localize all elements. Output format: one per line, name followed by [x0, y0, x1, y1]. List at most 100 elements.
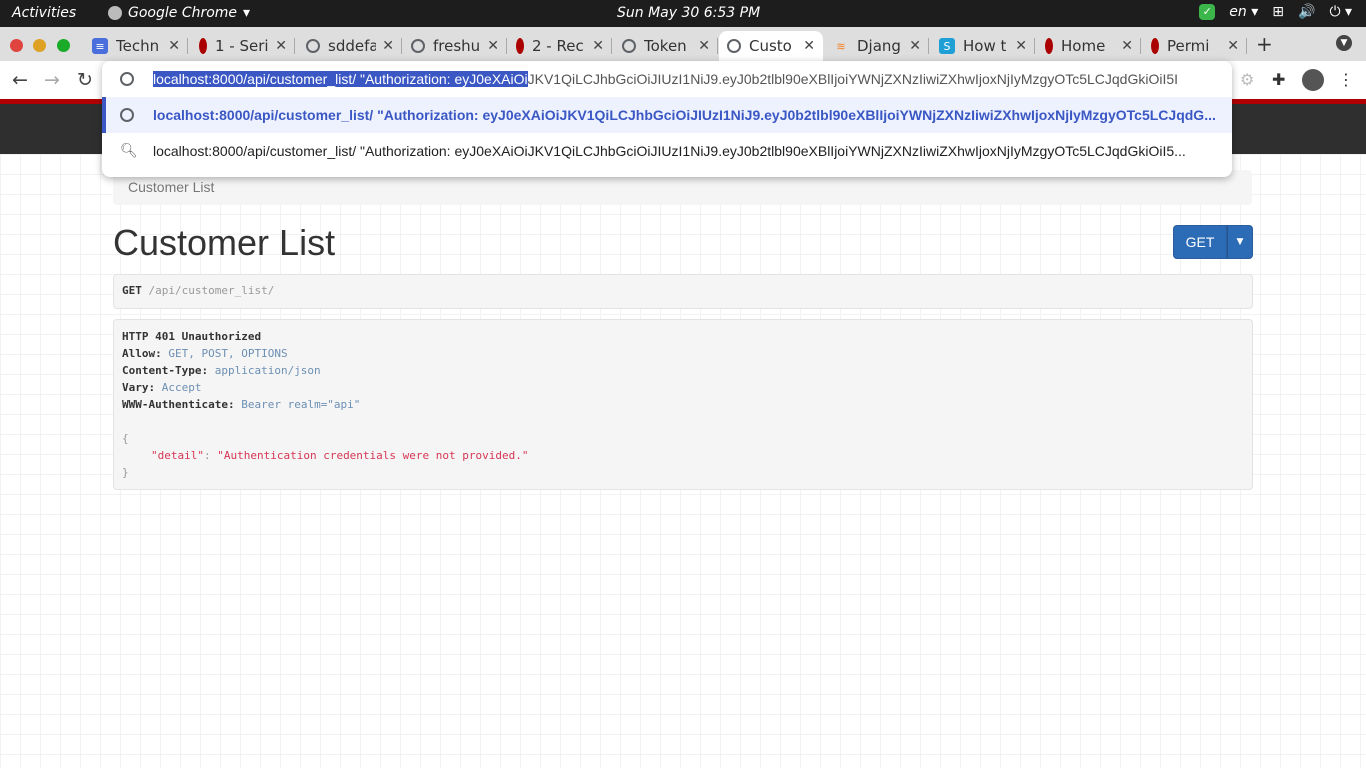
tab-1-seri[interactable]: 1 - Seri ✕ [191, 31, 295, 61]
s-icon: S [939, 38, 955, 54]
tab-custo[interactable]: Custo ✕ [719, 31, 823, 61]
tab-label: sddefa [328, 37, 377, 55]
omnibox-unselected-text: JKV1QiLCJhbGciOiJIUzI1NiJ9.eyJ0b2tlbl90e… [527, 71, 1179, 87]
close-icon[interactable]: ✕ [1227, 38, 1239, 54]
tab-search-icon[interactable]: ▼ [1336, 35, 1352, 51]
suggestion-text: localhost:8000/api/customer_list/ "Autho… [153, 143, 1186, 159]
back-icon[interactable]: ← [12, 69, 28, 91]
tab-label: freshu [433, 37, 481, 55]
network-icon[interactable]: ⊞ [1272, 4, 1284, 20]
globe-icon [120, 72, 134, 86]
puzzle-icon[interactable]: ✚ [1272, 70, 1285, 89]
header-key: Content-Type: [122, 364, 209, 377]
tab-label: Djang [857, 37, 901, 55]
globe-icon [622, 39, 636, 53]
close-icon[interactable]: ✕ [275, 38, 287, 54]
header-key: WWW-Authenticate: [122, 398, 235, 411]
extension-icon[interactable]: ⚙ [1240, 70, 1254, 89]
omnibox-suggestion-search[interactable]: 🔍︎ localhost:8000/api/customer_list/ "Au… [102, 133, 1232, 169]
tab-techn[interactable]: ≡ Techn ✕ [84, 31, 188, 61]
breadcrumb-item[interactable]: Customer List [128, 179, 214, 195]
get-button-group: GET ▼ [1173, 225, 1253, 259]
omnibox-input[interactable]: localhost:8000/api/customer_list/ "Autho… [102, 61, 1232, 97]
tab-2-rec[interactable]: 2 - Rec ✕ [508, 31, 612, 61]
close-icon[interactable]: ✕ [803, 38, 815, 54]
close-icon[interactable]: ✕ [487, 38, 499, 54]
volume-icon[interactable]: 🔊 [1298, 4, 1315, 20]
tab-token[interactable]: Token ✕ [614, 31, 718, 61]
activities-button[interactable]: Activities [12, 5, 76, 21]
request-info: GET /api/customer_list/ [113, 274, 1253, 309]
menu-icon[interactable]: ⋮ [1338, 70, 1354, 89]
header-value: GET, POST, OPTIONS [168, 347, 288, 360]
forward-icon[interactable]: → [44, 69, 60, 91]
system-top-bar: Activities Google Chrome ▾ Sun May 30 6:… [0, 0, 1366, 27]
close-icon[interactable]: ✕ [1015, 38, 1027, 54]
close-icon[interactable]: ✕ [168, 38, 180, 54]
minimize-window-icon[interactable] [33, 39, 46, 52]
tab-permi[interactable]: Permi ✕ [1143, 31, 1247, 61]
tab-label: Custo [749, 37, 792, 55]
tab-label: 1 - Seri [215, 37, 269, 55]
new-tab-button[interactable]: + [1256, 32, 1273, 56]
power-icon[interactable]: ⏻ ▾ [1329, 4, 1352, 20]
request-method: GET [122, 284, 142, 297]
chevron-down-icon: ▾ [243, 5, 251, 21]
globe-icon [120, 108, 134, 122]
omnibox-dropdown: localhost:8000/api/customer_list/ "Autho… [102, 61, 1232, 177]
avatar[interactable] [1302, 69, 1324, 91]
tab-how-t[interactable]: S How t ✕ [931, 31, 1035, 61]
chevron-down-icon[interactable]: ▼ [1227, 225, 1253, 259]
close-icon[interactable]: ✕ [698, 38, 710, 54]
clock[interactable]: Sun May 30 6:53 PM [617, 5, 760, 21]
request-path: /api/customer_list/ [148, 284, 275, 297]
tab-sddefa[interactable]: sddefa ✕ [298, 31, 402, 61]
chrome-icon [108, 6, 122, 20]
close-icon[interactable]: ✕ [909, 38, 921, 54]
json-close-brace: } [122, 466, 129, 479]
search-icon: 🔍︎ [120, 142, 138, 158]
tab-home[interactable]: Home ✕ [1037, 31, 1141, 61]
globe-icon [411, 39, 425, 53]
system-tray[interactable]: ✓ en ▾ ⊞ 🔊 ⏻ ▾ [1199, 4, 1352, 20]
omnibox-selected-text: localhost:8000/api/customer_list/ "Autho… [153, 71, 528, 87]
docs-icon: ≡ [92, 38, 108, 54]
response-info: HTTP 401 Unauthorized Allow: GET, POST, … [113, 319, 1253, 490]
get-button[interactable]: GET [1173, 225, 1227, 259]
language-indicator[interactable]: en ▾ [1229, 4, 1258, 20]
json-open-brace: { [122, 432, 129, 445]
close-window-icon[interactable] [10, 39, 23, 52]
header-value: Bearer realm="api" [241, 398, 361, 411]
tab-label: How t [963, 37, 1007, 55]
omnibox-suggestion-url[interactable]: localhost:8000/api/customer_list/ "Autho… [102, 97, 1232, 133]
tab-freshu[interactable]: freshu ✕ [403, 31, 507, 61]
close-icon[interactable]: ✕ [592, 38, 604, 54]
app-menu[interactable]: Google Chrome ▾ [108, 5, 250, 21]
close-icon[interactable]: ✕ [382, 38, 394, 54]
page-content: Customer List Customer List GET ▼ GET /a… [0, 154, 1366, 768]
tab-label: 2 - Rec [532, 37, 584, 55]
close-icon[interactable]: ✕ [1121, 38, 1133, 54]
globe-icon [727, 39, 741, 53]
tab-label: Home [1061, 37, 1106, 55]
maximize-window-icon[interactable] [57, 39, 70, 52]
shield-icon[interactable]: ✓ [1199, 4, 1216, 20]
json-value: "Authentication credentials were not pro… [217, 449, 529, 462]
tab-strip: ≡ Techn ✕ 1 - Seri ✕ sddefa ✕ freshu ✕ 2 - Rec ✕ To… [0, 27, 1366, 61]
redis-icon [199, 38, 207, 54]
tab-djang[interactable]: ≋ Djang ✕ [825, 31, 929, 61]
response-status: HTTP 401 Unauthorized [122, 330, 262, 343]
globe-icon [306, 39, 320, 53]
header-value: application/json [214, 364, 321, 377]
redis-icon [516, 38, 524, 54]
reload-icon[interactable]: ↻ [77, 69, 93, 91]
header-key: Vary: [122, 381, 156, 394]
page-title: Customer List [113, 222, 336, 263]
header-value: Accept [161, 381, 202, 394]
stackoverflow-icon: ≋ [836, 39, 846, 53]
selection-indicator [102, 97, 106, 133]
redis-icon [1151, 38, 1159, 54]
omnibox-text[interactable]: localhost:8000/api/customer_list/ "Autho… [153, 71, 1222, 87]
app-name: Google Chrome [128, 5, 238, 21]
tab-label: Token [644, 37, 687, 55]
